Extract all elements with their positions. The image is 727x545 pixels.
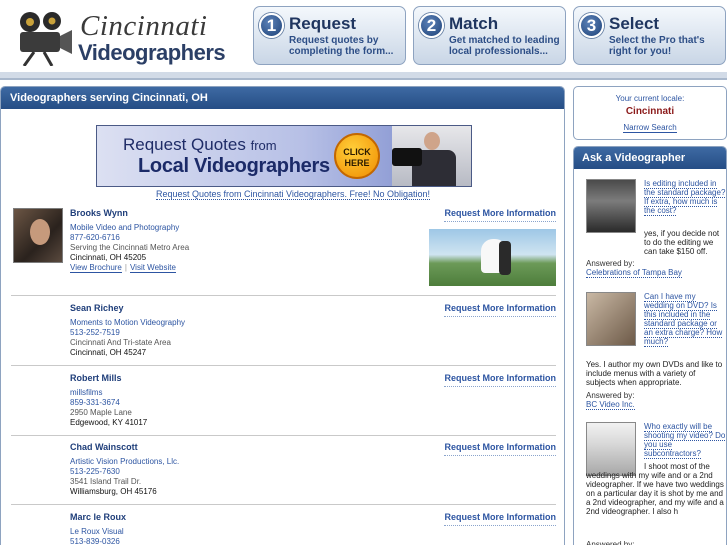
qa-question-link[interactable]: Can I have my wedding on DVD? Is this in… [644, 292, 726, 347]
step-description: Select the Pro that's right for you! [609, 35, 705, 57]
banner-caption-link[interactable]: Request Quotes from Cincinnati Videograp… [156, 189, 430, 200]
qa-answer: Yes. I author my own DVDs and like to in… [586, 360, 723, 387]
banner-headline: Request Quotes from [123, 135, 277, 155]
step-match[interactable]: 2 Match Get matched to leading local pro… [413, 6, 566, 65]
listing-address1: Cincinnati And Tri-state Area [70, 338, 171, 347]
listing-phone: 513-252-7519 [70, 328, 120, 337]
step-number-2: 2 [419, 13, 444, 38]
qa-item: Who exactly will be shooting my video? D… [586, 422, 726, 545]
request-more-info-link[interactable]: Request More Information [444, 373, 556, 387]
listing-item: Sean Richey Moments to Motion Videograph… [11, 303, 556, 366]
listing-address2: Cincinnati, OH 45205 [70, 253, 147, 262]
qa-item: Can I have my wedding on DVD? Is this in… [586, 292, 726, 417]
listing-phone: 513-839-0326 [70, 537, 120, 545]
qa-question-link[interactable]: Who exactly will be shooting my video? D… [644, 422, 726, 459]
locale-city: Cincinnati [625, 106, 675, 117]
answered-by-link[interactable]: Celebrations of Tampa Bay [586, 268, 682, 278]
listing-company[interactable]: Artistic Vision Productions, Llc. [70, 457, 179, 466]
listing-company[interactable]: Le Roux Visual [70, 527, 124, 536]
request-quotes-banner[interactable]: Request Quotes from Local Videographers … [96, 125, 472, 187]
video-camera-icon [392, 148, 422, 166]
avatar-face [30, 219, 50, 245]
request-more-info-link[interactable]: Request More Information [444, 512, 556, 526]
link-separator: | [124, 263, 127, 272]
listing-name[interactable]: Brooks Wynn [70, 208, 128, 218]
narrow-search-link[interactable]: Narrow Search [623, 123, 677, 133]
click-here-line2: HERE [344, 158, 370, 168]
logo-brand: Videographers [78, 40, 226, 65]
listing-name[interactable]: Robert Mills [70, 373, 122, 383]
request-more-info-link[interactable]: Request More Information [444, 442, 556, 456]
answered-by-label: Answered by: [586, 391, 635, 400]
banner-subheadline: Local Videographers [138, 155, 330, 177]
videographer-listings-panel: Videographers serving Cincinnati, OH Req… [0, 86, 565, 545]
step-title: Match [449, 14, 499, 33]
listing-address1: Serving the Cincinnati Metro Area [70, 243, 190, 252]
step-title: Request [289, 14, 357, 33]
step-select[interactable]: 3 Select Select the Pro that's right for… [573, 6, 726, 65]
step-number-1: 1 [259, 13, 284, 38]
listing-item: Marc le Roux Le Roux Visual 513-839-0326… [11, 512, 556, 545]
listing-address2: Edgewood, KY 41017 [70, 418, 148, 427]
site-header: Cincinnati Videographers 1 Request Reque… [0, 0, 727, 82]
header-divider [0, 72, 727, 80]
listing-name[interactable]: Chad Wainscott [70, 442, 138, 452]
qa-answer: I shoot most of the weddings with my wif… [586, 462, 724, 516]
listing-item: Chad Wainscott Artistic Vision Productio… [11, 442, 556, 505]
banner-headline-small: from [250, 138, 277, 153]
site-logo[interactable]: Cincinnati Videographers [10, 6, 226, 66]
click-here-line1: CLICK [343, 147, 371, 157]
listing-company[interactable]: Mobile Video and Photography [70, 223, 179, 232]
listing-address2: Cincinnati, OH 45247 [70, 348, 147, 357]
videographer-photo [392, 126, 471, 186]
listing-company[interactable]: Moments to Motion Videography [70, 318, 185, 327]
qa-item: Is editing included in the standard pack… [586, 179, 726, 283]
step-description: Request quotes by completing the form... [289, 35, 394, 57]
listing-address1: 2950 Maple Lane [70, 408, 132, 417]
listing-item: Robert Mills millsfilms 859-331-3674 295… [11, 373, 556, 436]
step-number-3: 3 [579, 13, 604, 38]
step-title: Select [609, 14, 660, 33]
click-here-button[interactable]: CLICK HERE [334, 133, 380, 179]
step-description: Get matched to leading local professiona… [449, 35, 560, 57]
locale-label: Your current locale: [615, 94, 685, 103]
request-more-info-link[interactable]: Request More Information [444, 303, 556, 317]
qa-question-text[interactable]: Can I have my wedding on DVD? Is this in… [644, 292, 723, 347]
videographer-thumbnail [586, 292, 636, 346]
listing-name[interactable]: Marc le Roux [70, 512, 126, 522]
listing-address2: Williamsburg, OH 45176 [70, 487, 157, 496]
film-camera-icon [20, 12, 72, 66]
person-head [424, 132, 440, 150]
answered-by-label: Answered by: [586, 259, 635, 268]
request-more-info-link[interactable]: Request More Information [444, 208, 556, 222]
listing-phone: 513-225-7630 [70, 467, 120, 476]
answered-by-link[interactable]: BC Video Inc. [586, 400, 635, 410]
answered-by-label: Answered by: [586, 540, 635, 545]
listing-phone: 859-331-3674 [70, 398, 120, 407]
step-request[interactable]: 1 Request Request quotes by completing t… [253, 6, 406, 65]
listing-address1: 3541 Island Trail Dr. [70, 477, 142, 486]
wedding-couple-thumbnail [586, 179, 636, 233]
qa-question-text[interactable]: Is editing included in the standard pack… [644, 179, 726, 216]
videographer-avatar [13, 208, 63, 263]
listing-links: View Brochure | Visit Website [70, 263, 176, 273]
panel-title: Videographers serving Cincinnati, OH [1, 87, 564, 109]
listing-phone: 877-620-6716 [70, 233, 120, 242]
ask-a-videographer-panel: Ask a Videographer Is editing included i… [573, 146, 727, 545]
listing-name[interactable]: Sean Richey [70, 303, 124, 313]
banner-headline-text: Request Quotes [123, 135, 246, 154]
qa-question-text[interactable]: Who exactly will be shooting my video? D… [644, 422, 726, 459]
listing-company[interactable]: millsfilms [70, 388, 102, 397]
qa-answer: yes, if you decide not to do the editing… [644, 229, 720, 256]
qa-question-link[interactable]: Is editing included in the standard pack… [644, 179, 726, 216]
listing-item: Brooks Wynn Mobile Video and Photography… [11, 208, 556, 296]
ask-panel-title: Ask a Videographer [574, 147, 726, 169]
groom-figure [499, 241, 511, 275]
view-brochure-link[interactable]: View Brochure [70, 263, 122, 273]
visit-website-link[interactable]: Visit Website [129, 263, 176, 273]
wedding-photo [429, 229, 556, 286]
current-locale-box: Your current locale: Cincinnati Narrow S… [573, 86, 727, 140]
logo-city: Cincinnati [80, 10, 208, 42]
